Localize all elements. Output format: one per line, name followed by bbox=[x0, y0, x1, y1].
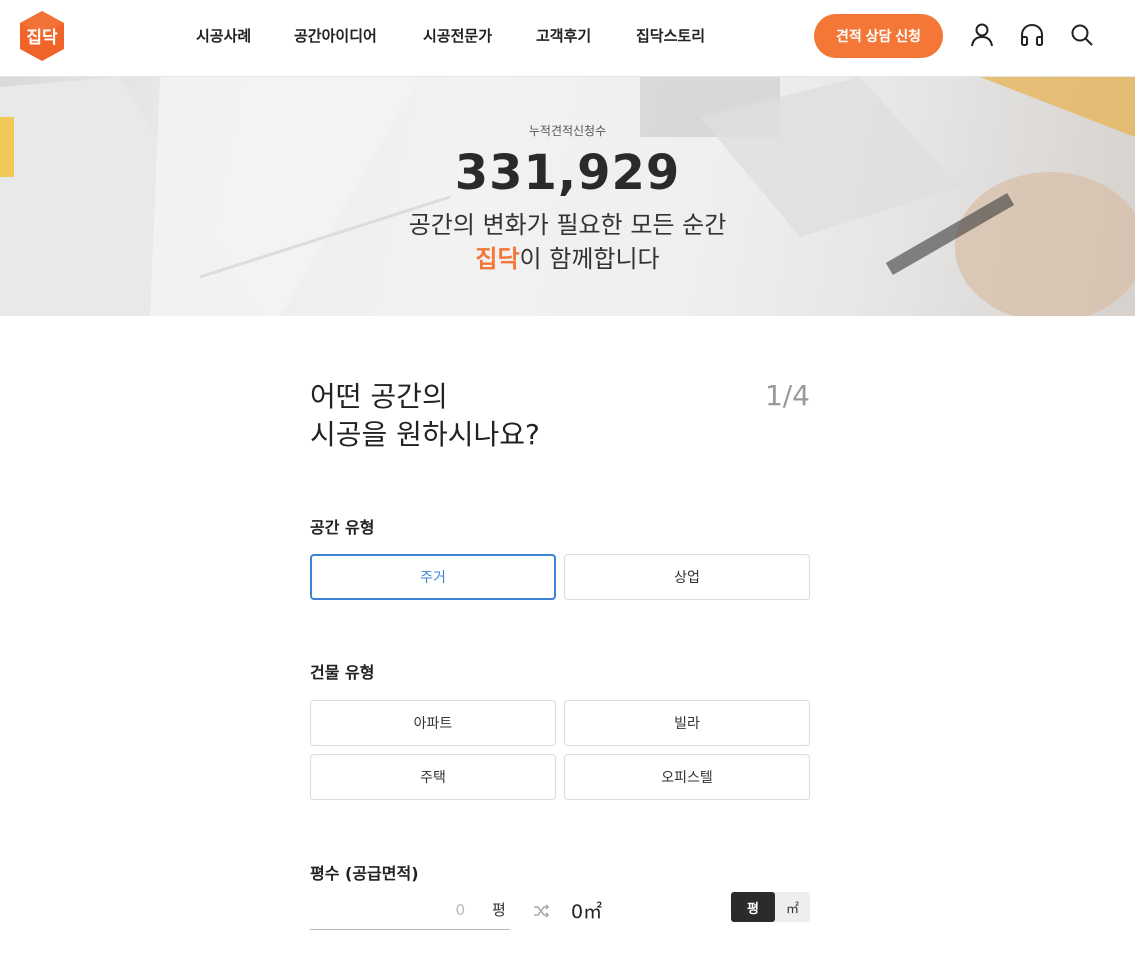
unit-pyeong-button[interactable]: 평 bbox=[731, 892, 775, 922]
hero-tagline-rest: 이 함께합니다 bbox=[519, 245, 660, 273]
user-icon[interactable] bbox=[969, 22, 995, 48]
hero-banner: 누적견적신청수 331,929 공간의 변화가 필요한 모든 순간 집닥이 함께… bbox=[0, 77, 1135, 316]
hero-tagline-line1: 공간의 변화가 필요한 모든 순간 bbox=[408, 211, 727, 239]
question-line-2: 시공을 원하시나요? bbox=[310, 418, 540, 451]
step-indicator: 1/4 bbox=[764, 379, 810, 412]
space-type-commercial-button[interactable]: 상업 bbox=[564, 554, 810, 600]
quote-request-button[interactable]: 견적 상담 신청 bbox=[814, 14, 943, 58]
hero-tagline-line2: 집닥이 함께합니다 bbox=[0, 243, 1135, 275]
site-header: 집닥 시공사례 공간아이디어 시공전문가 고객후기 집닥스토리 견적 상담 신청 bbox=[0, 0, 1135, 77]
nav-item-space-ideas[interactable]: 공간아이디어 bbox=[294, 24, 377, 48]
area-row: 평 0㎡ 평 ㎡ bbox=[310, 892, 810, 932]
swap-icon bbox=[532, 902, 550, 920]
hero-brand-text: 집닥 bbox=[475, 245, 520, 273]
unit-toggle: 평 ㎡ bbox=[731, 892, 810, 922]
question-title: 어떤 공간의 시공을 원하시나요? bbox=[310, 378, 540, 454]
svg-text:집닥: 집닥 bbox=[26, 28, 58, 48]
area-pyeong-input[interactable] bbox=[310, 896, 465, 924]
nav-item-experts[interactable]: 시공전문가 bbox=[423, 24, 492, 48]
nav-item-construction-cases[interactable]: 시공사례 bbox=[196, 24, 251, 48]
headset-icon[interactable] bbox=[1019, 22, 1045, 48]
building-type-label: 건물 유형 bbox=[310, 663, 375, 682]
space-type-label: 공간 유형 bbox=[310, 518, 375, 537]
building-type-officetel-button[interactable]: 오피스텔 bbox=[564, 754, 810, 800]
hero-content: 누적견적신청수 331,929 공간의 변화가 필요한 모든 순간 집닥이 함께… bbox=[0, 77, 1135, 316]
space-type-residential-button[interactable]: 주거 bbox=[310, 554, 556, 600]
unit-sqm-button[interactable]: ㎡ bbox=[775, 892, 810, 922]
total-requests-label: 누적견적신청수 bbox=[528, 124, 607, 138]
nav-item-story[interactable]: 집닥스토리 bbox=[636, 24, 705, 48]
question-line-1: 어떤 공간의 bbox=[310, 380, 448, 413]
building-type-apartment-button[interactable]: 아파트 bbox=[310, 700, 556, 746]
area-input-wrapper: 평 bbox=[310, 892, 510, 930]
zipdoc-logo[interactable]: 집닥 bbox=[18, 10, 66, 62]
building-type-villa-button[interactable]: 빌라 bbox=[564, 700, 810, 746]
area-unit-label: 평 bbox=[492, 901, 506, 919]
total-requests-count: 331,929 bbox=[454, 145, 681, 201]
area-label: 평수 (공급면적) bbox=[310, 864, 419, 883]
search-icon[interactable] bbox=[1069, 22, 1095, 48]
building-type-house-button[interactable]: 주택 bbox=[310, 754, 556, 800]
nav-item-reviews[interactable]: 고객후기 bbox=[536, 24, 591, 48]
area-sqm-value: 0㎡ bbox=[571, 901, 603, 923]
